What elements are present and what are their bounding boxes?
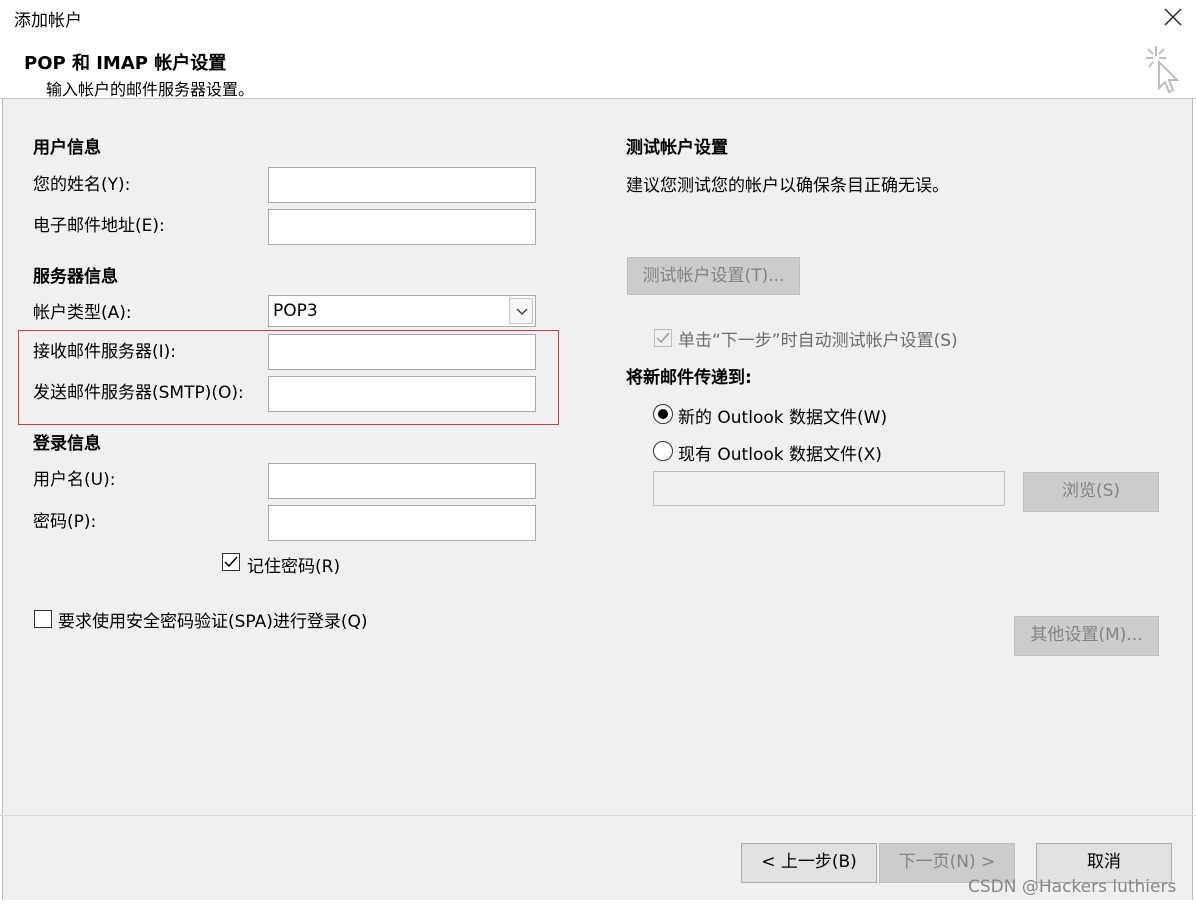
existing-data-file-radio[interactable] — [653, 441, 673, 461]
existing-file-path-input[interactable] — [653, 471, 1005, 506]
password-input[interactable] — [268, 505, 536, 541]
incoming-server-input[interactable] — [268, 334, 536, 370]
outgoing-server-label: 发送邮件服务器(SMTP)(O): — [33, 383, 244, 403]
name-input[interactable] — [268, 167, 536, 203]
section-server-info: 服务器信息 — [33, 267, 118, 287]
chevron-down-icon — [516, 308, 528, 315]
close-button[interactable] — [1150, 0, 1196, 36]
remember-password-label: 记住密码(R) — [247, 557, 341, 577]
auto-test-label: 单击“下一步”时自动测试帐户设置(S) — [678, 331, 958, 351]
spa-label: 要求使用安全密码验证(SPA)进行登录(Q) — [58, 612, 368, 632]
account-type-select[interactable]: POP3 — [268, 295, 536, 327]
outgoing-server-input[interactable] — [268, 376, 536, 412]
test-account-button[interactable]: 测试帐户设置(T)... — [627, 257, 800, 295]
window-title: 添加帐户 — [14, 11, 82, 31]
auto-test-checkbox[interactable] — [654, 329, 672, 347]
name-label: 您的姓名(Y): — [33, 175, 131, 195]
footer-divider — [0, 815, 1196, 816]
account-type-label: 帐户类型(A): — [33, 303, 132, 323]
more-settings-button[interactable]: 其他设置(M)... — [1014, 616, 1159, 656]
radio-selected-dot — [658, 409, 668, 419]
right-frame-edge — [1192, 99, 1196, 905]
email-label: 电子邮件地址(E): — [33, 216, 165, 236]
section-test-settings: 测试帐户设置 — [626, 138, 728, 158]
checkmark-icon — [656, 332, 670, 344]
account-type-value: POP3 — [273, 301, 318, 321]
remember-password-checkbox[interactable] — [222, 553, 240, 571]
wizard-sparkle-cursor-icon — [1140, 42, 1180, 99]
username-label: 用户名(U): — [33, 470, 116, 490]
dropdown-button[interactable] — [509, 298, 533, 324]
existing-data-file-label: 现有 Outlook 数据文件(X) — [678, 445, 882, 465]
left-frame-edge — [0, 99, 3, 905]
new-data-file-radio[interactable] — [653, 404, 673, 424]
watermark: CSDN @Hackers luthiers — [968, 877, 1177, 897]
back-button[interactable]: < 上一步(B) — [741, 843, 877, 883]
username-input[interactable] — [268, 463, 536, 499]
bottom-edge — [0, 900, 1196, 905]
email-input[interactable] — [268, 209, 536, 245]
page-subtitle: 输入帐户的邮件服务器设置。 — [46, 80, 255, 99]
incoming-server-label: 接收邮件服务器(I): — [33, 342, 177, 362]
checkmark-icon — [224, 556, 238, 568]
dialog-header: POP 和 IMAP 帐户设置 输入帐户的邮件服务器设置。 — [0, 36, 1196, 99]
page-title: POP 和 IMAP 帐户设置 — [24, 53, 227, 74]
section-deliver-to: 将新邮件传递到: — [626, 368, 752, 388]
section-login-info: 登录信息 — [33, 434, 101, 454]
close-icon — [1164, 8, 1182, 26]
new-data-file-label: 新的 Outlook 数据文件(W) — [678, 408, 888, 428]
browse-button[interactable]: 浏览(S) — [1023, 472, 1159, 512]
test-description: 建议您测试您的帐户以确保条目正确无误。 — [626, 176, 949, 196]
password-label: 密码(P): — [33, 512, 97, 532]
title-bar — [0, 0, 1196, 36]
spa-checkbox[interactable] — [34, 610, 52, 628]
section-user-info: 用户信息 — [33, 138, 101, 158]
